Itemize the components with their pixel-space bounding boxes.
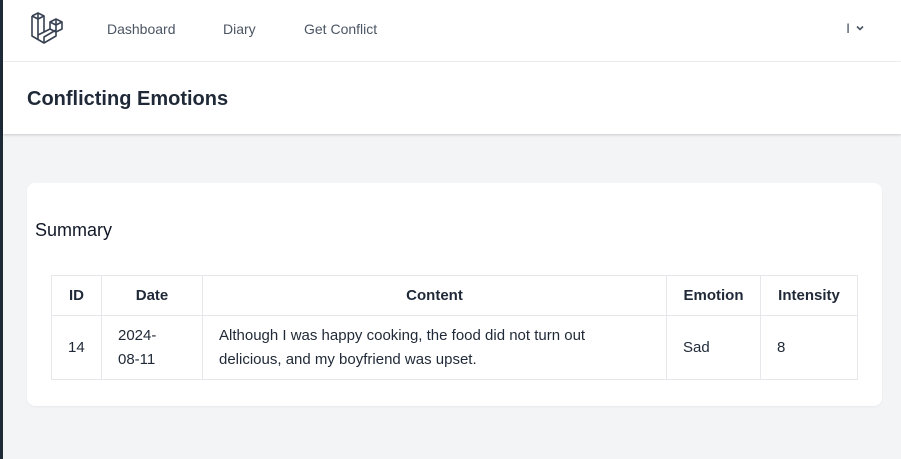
- page: Dashboard Diary Get Conflict I Conflicti…: [3, 0, 901, 459]
- nav-link-diary[interactable]: Diary: [223, 20, 256, 38]
- cell-emotion: Sad: [666, 315, 761, 380]
- summary-card: Summary ID Date Content Emotion Intensit…: [27, 183, 882, 406]
- laravel-logo-icon[interactable]: [29, 12, 65, 46]
- cell-date: 2024- 08-11: [101, 315, 203, 380]
- page-header: Conflicting Emotions: [3, 62, 901, 134]
- page-title: Conflicting Emotions: [27, 88, 229, 110]
- user-dropdown[interactable]: I: [846, 19, 865, 37]
- column-header-content: Content: [202, 275, 667, 316]
- user-name: I: [846, 20, 850, 36]
- nav-link-get-conflict[interactable]: Get Conflict: [304, 20, 377, 38]
- nav-link-dashboard[interactable]: Dashboard: [107, 20, 176, 38]
- top-navigation: Dashboard Diary Get Conflict I: [3, 0, 901, 62]
- cell-intensity: 8: [760, 315, 858, 380]
- column-header-id: ID: [51, 275, 102, 316]
- cell-content: Although I was happy cooking, the food d…: [202, 315, 667, 380]
- chevron-down-icon: [856, 25, 864, 31]
- table-header-row: ID Date Content Emotion Intensity: [51, 275, 858, 316]
- column-header-date: Date: [101, 275, 203, 316]
- cell-id: 14: [51, 315, 102, 380]
- column-header-emotion: Emotion: [666, 275, 761, 316]
- table-row: 14 2024- 08-11 Although I was happy cooki…: [51, 315, 858, 380]
- summary-title: Summary: [35, 220, 113, 240]
- column-header-intensity: Intensity: [760, 275, 858, 316]
- conflict-table: ID Date Content Emotion Intensity 14 202…: [51, 275, 858, 380]
